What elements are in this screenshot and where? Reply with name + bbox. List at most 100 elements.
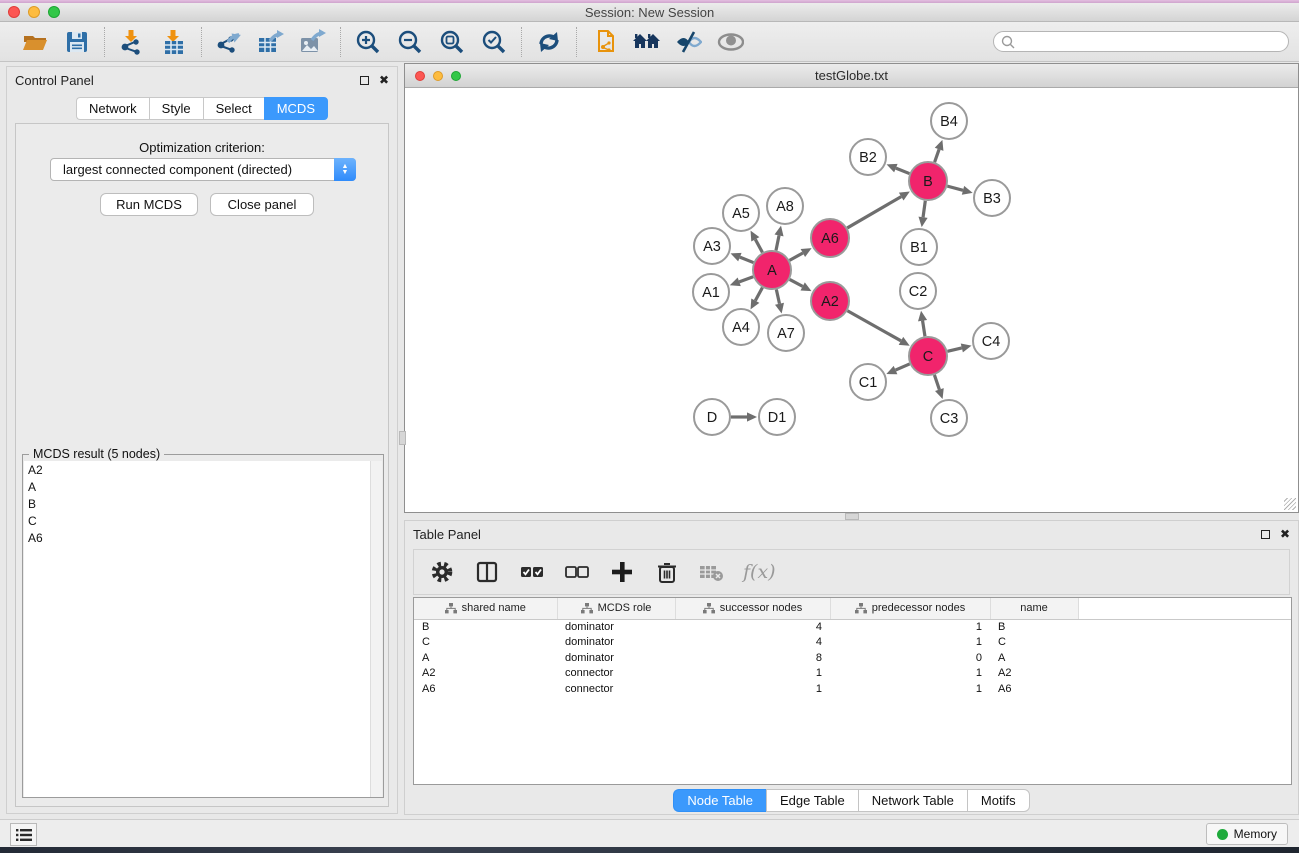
table-cell[interactable] (1078, 635, 1291, 651)
graph-edge[interactable] (947, 348, 961, 351)
table-cell[interactable]: C (414, 635, 557, 651)
table-cell[interactable] (1078, 619, 1291, 635)
close-panel-button[interactable]: Close panel (210, 193, 314, 216)
new-network-from-selection-button[interactable] (590, 28, 618, 56)
graph-edge[interactable] (776, 235, 779, 250)
graph-edge[interactable] (923, 321, 925, 337)
graph-edge[interactable] (896, 364, 910, 370)
float-panel-icon[interactable] (360, 76, 369, 85)
home-layout-button[interactable] (632, 28, 660, 56)
table-cell[interactable]: dominator (557, 635, 675, 651)
tab-network-table[interactable]: Network Table (858, 789, 967, 812)
graph-edge[interactable] (947, 186, 963, 190)
table-cell[interactable]: A6 (990, 681, 1078, 697)
network-window-titlebar[interactable]: testGlobe.txt (405, 64, 1298, 88)
hide-annotations-button[interactable] (674, 28, 702, 56)
table-cell[interactable]: A (414, 650, 557, 666)
table-cell[interactable]: 1 (830, 681, 990, 697)
table-cell[interactable]: 8 (675, 650, 830, 666)
show-column-button[interactable] (473, 558, 501, 586)
table-cell[interactable]: B (414, 619, 557, 635)
export-image-button[interactable] (299, 28, 327, 56)
table-cell[interactable]: 0 (830, 650, 990, 666)
table-cell[interactable]: A2 (990, 666, 1078, 682)
table-cell[interactable]: A6 (414, 681, 557, 697)
tab-style[interactable]: Style (149, 97, 203, 120)
table-row[interactable]: A2connector11A2 (414, 666, 1291, 682)
table-cell[interactable] (1078, 666, 1291, 682)
zoom-fit-button[interactable] (438, 28, 466, 56)
graph-edge[interactable] (776, 290, 779, 304)
open-session-button[interactable] (21, 28, 49, 56)
select-all-button[interactable] (518, 558, 546, 586)
close-panel-icon[interactable]: ✖ (379, 74, 389, 86)
vertical-divider-knob[interactable] (399, 431, 406, 445)
graph-edge[interactable] (923, 201, 925, 217)
table-cell[interactable]: 1 (830, 635, 990, 651)
column-header[interactable]: name (990, 598, 1078, 619)
tab-edge-table[interactable]: Edge Table (766, 789, 858, 812)
table-cell[interactable]: 1 (830, 666, 990, 682)
mcds-result-item[interactable]: A6 (24, 529, 372, 546)
graph-edge[interactable] (755, 288, 762, 301)
tab-mcds[interactable]: MCDS (264, 97, 328, 120)
delete-column-button[interactable] (653, 558, 681, 586)
graph-edge[interactable] (790, 253, 803, 260)
mcds-result-item[interactable]: A (24, 478, 372, 495)
export-table-button[interactable] (257, 28, 285, 56)
tab-motifs[interactable]: Motifs (967, 789, 1030, 812)
column-header[interactable] (1078, 598, 1291, 619)
column-header[interactable]: MCDS role (557, 598, 675, 619)
horizontal-divider-knob[interactable] (845, 513, 859, 520)
zoom-out-button[interactable] (396, 28, 424, 56)
save-session-button[interactable] (63, 28, 91, 56)
table-row[interactable]: Adominator80A (414, 650, 1291, 666)
column-header[interactable]: successor nodes (675, 598, 830, 619)
table-cell[interactable]: connector (557, 681, 675, 697)
task-history-button[interactable] (10, 823, 37, 846)
zoom-selected-button[interactable] (480, 28, 508, 56)
resize-grip-icon[interactable] (1284, 498, 1296, 510)
graph-edge[interactable] (896, 168, 910, 173)
table-cell[interactable]: B (990, 619, 1078, 635)
graph-edge[interactable] (739, 277, 753, 282)
refresh-view-button[interactable] (535, 28, 563, 56)
memory-button[interactable]: Memory (1206, 823, 1288, 845)
table-row[interactable]: A6connector11A6 (414, 681, 1291, 697)
zoom-in-button[interactable] (354, 28, 382, 56)
table-cell[interactable]: connector (557, 666, 675, 682)
table-row[interactable]: Cdominator41C (414, 635, 1291, 651)
network-canvas[interactable]: B4B2BB3A8A5A6A3B1AA1C2A2A4A7C4CC1C3DD1 (405, 88, 1298, 512)
table-row[interactable]: Bdominator41B (414, 619, 1291, 635)
mcds-result-item[interactable]: C (24, 512, 372, 529)
delete-table-button[interactable] (698, 558, 726, 586)
graph-edge[interactable] (934, 375, 939, 390)
tab-select[interactable]: Select (203, 97, 264, 120)
tab-network[interactable]: Network (76, 97, 149, 120)
import-network-button[interactable] (118, 28, 146, 56)
table-cell[interactable] (1078, 650, 1291, 666)
graph-edge[interactable] (755, 239, 762, 252)
mcds-result-scrollbar[interactable] (370, 461, 382, 797)
table-cell[interactable]: 4 (675, 635, 830, 651)
birds-eye-view-button[interactable] (716, 28, 744, 56)
table-cell[interactable]: 1 (675, 666, 830, 682)
table-cell[interactable]: 4 (675, 619, 830, 635)
graph-edge[interactable] (740, 257, 754, 262)
table-cell[interactable]: A (990, 650, 1078, 666)
table-cell[interactable]: dominator (557, 650, 675, 666)
table-settings-button[interactable] (428, 558, 456, 586)
mcds-result-item[interactable]: B (24, 495, 372, 512)
search-input[interactable] (993, 31, 1289, 52)
function-builder-button[interactable]: f(x) (743, 561, 776, 583)
close-panel-icon[interactable]: ✖ (1280, 528, 1290, 540)
column-header[interactable]: shared name (414, 598, 557, 619)
run-mcds-button[interactable]: Run MCDS (100, 193, 198, 216)
table-cell[interactable]: dominator (557, 619, 675, 635)
deselect-all-button[interactable] (563, 558, 591, 586)
tab-node-table[interactable]: Node Table (673, 789, 766, 812)
table-cell[interactable]: C (990, 635, 1078, 651)
mcds-result-item[interactable]: A2 (24, 461, 372, 478)
graph-edge[interactable] (847, 197, 901, 228)
criterion-dropdown[interactable]: largest connected component (directed) ▲… (50, 158, 356, 181)
